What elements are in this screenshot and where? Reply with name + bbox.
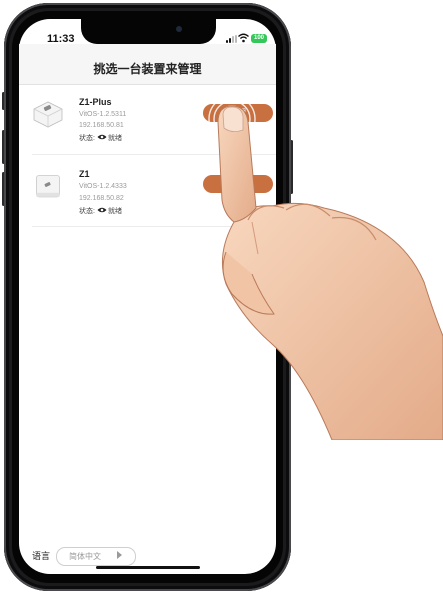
device-name: Z1-Plus — [79, 97, 112, 107]
nav-divider — [19, 84, 276, 85]
device-thumbnail — [33, 101, 63, 128]
eye-icon — [97, 134, 107, 140]
device-status-label: 状态: — [79, 208, 95, 215]
device-status-label: 状态: — [79, 135, 95, 142]
device-name: Z1 — [79, 169, 90, 179]
pointing-hand-graphic — [217, 105, 443, 440]
battery-indicator: 100 — [251, 34, 267, 43]
status-time: 11:33 — [47, 33, 75, 45]
front-camera — [176, 26, 182, 32]
device-status-value: 就绪 — [108, 208, 122, 215]
device-ip: 192.168.50.81 — [79, 122, 124, 129]
eye-icon — [97, 207, 107, 213]
caret-right-icon — [117, 551, 122, 559]
page-title: 挑选一台装置来管理 — [93, 62, 202, 76]
device-version: VitOS-1.2.4333 — [79, 183, 127, 190]
wifi-icon — [238, 33, 249, 43]
language-value: 简体中文 — [69, 552, 101, 561]
device-ip: 192.168.50.82 — [79, 195, 124, 202]
device-version: VitOS-1.2.5311 — [79, 111, 127, 118]
device-thumbnail — [36, 175, 60, 198]
phone-notch — [81, 19, 216, 44]
device-status-value: 就绪 — [108, 135, 122, 142]
home-indicator — [96, 566, 200, 569]
language-label: 语言 — [32, 551, 51, 561]
